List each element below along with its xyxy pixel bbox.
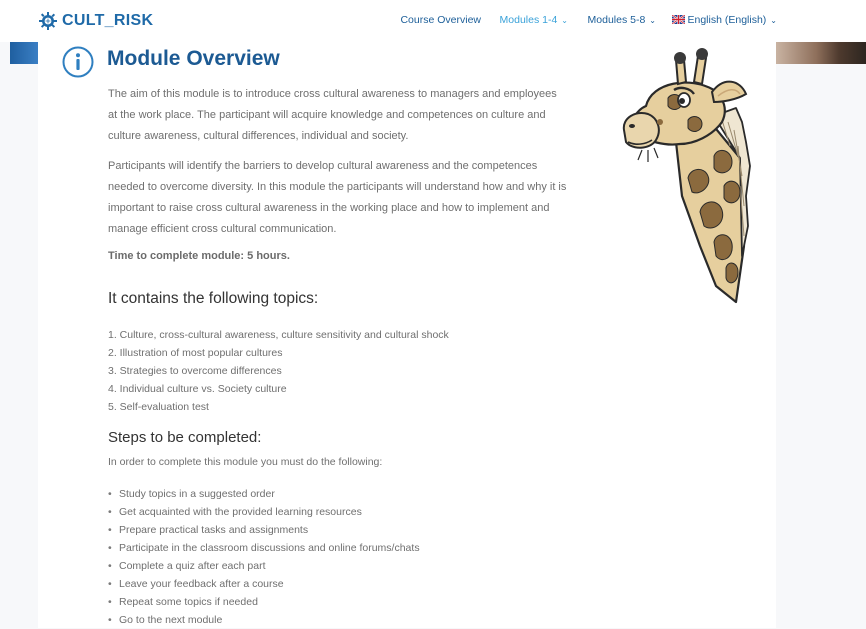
module-description-1: The aim of this module is to introduce c… [108,88,557,142]
steps-list: Study topics in a suggested order Get ac… [108,485,420,629]
topics-list: 1. Culture, cross-cultural awareness, cu… [108,326,449,416]
module-description-2: Participants will identify the barriers … [108,160,567,235]
hero-image-right [776,42,866,64]
site-logo[interactable]: CULT_RISK [38,10,153,32]
topic-item: 4. Individual culture vs. Society cultur… [108,383,287,395]
steps-intro: In order to complete this module you mus… [108,456,383,468]
nav-modules-1-4[interactable]: Modules 1-4 ⌄ [500,14,568,26]
module-title: Module Overview [107,47,280,70]
topic-item: 1. Culture, cross-cultural awareness, cu… [108,329,449,341]
step-item: Participate in the classroom discussions… [108,539,420,557]
top-navigation-bar: CULT_RISK Course Overview Modules 1-4 ⌄ M… [0,0,866,42]
nav-modules-5-8[interactable]: Modules 5-8 ⌄ [588,14,656,26]
topics-heading: It contains the following topics: [108,290,319,307]
step-item: Go to the next module [108,611,420,629]
time-to-complete: Time to complete module: 5 hours. [108,250,290,262]
nav-course-overview[interactable]: Course Overview [400,14,481,26]
step-item: Repeat some topics if needed [108,593,420,611]
step-item: Complete a quiz after each part [108,557,420,575]
giraffe-illustration [622,48,751,304]
topic-item: 2. Illustration of most popular cultures [108,347,283,359]
nav-language-selector[interactable]: English (English) ⌄ [671,14,777,26]
logo-text: CULT_RISK [62,12,154,29]
step-item: Get acquainted with the provided learnin… [108,503,420,521]
gear-globe-icon [39,12,57,30]
topic-item: 5. Self-evaluation test [108,401,209,413]
uk-flag-icon [671,15,685,24]
step-item: Study topics in a suggested order [108,485,420,503]
nav-language-label: English (English) [687,14,767,26]
steps-heading: Steps to be completed: [108,429,262,446]
step-item: Prepare practical tasks and assignments [108,521,420,539]
nav-modules-5-8-label: Modules 5-8 [587,14,646,26]
hero-image-left [10,42,38,64]
step-item: Leave your feedback after a course [108,575,420,593]
nav-modules-1-4-label: Modules 1-4 [499,14,558,26]
chevron-down-icon: ⌄ [770,16,777,25]
chevron-down-icon: ⌄ [561,16,568,25]
topic-item: 3. Strategies to overcome differences [108,365,282,377]
chevron-down-icon: ⌄ [649,16,656,25]
info-icon [62,46,94,78]
